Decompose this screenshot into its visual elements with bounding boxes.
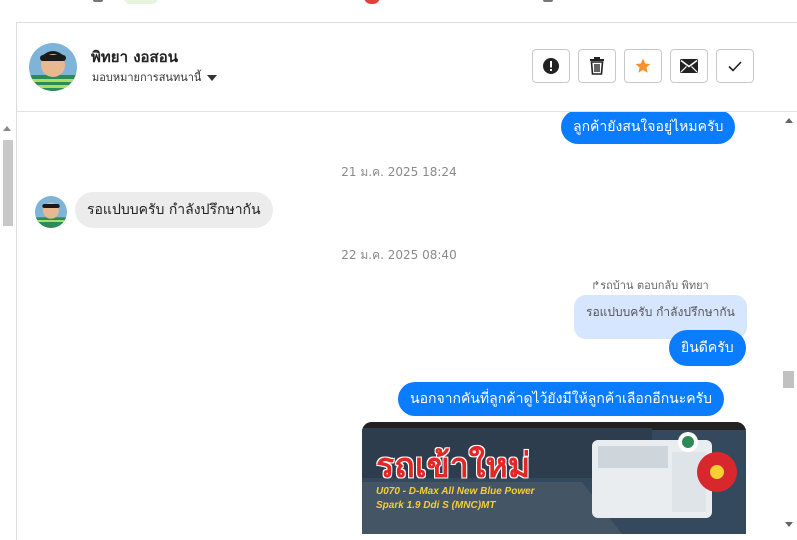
toolbar-fragment xyxy=(93,0,103,2)
envelope-icon xyxy=(680,59,698,73)
scroll-up-arrow-icon[interactable] xyxy=(3,126,11,131)
reply-context-text: รถบ้าน ตอบกลับ พิทยา xyxy=(600,279,709,292)
scroll-thumb[interactable] xyxy=(3,140,13,226)
conversation-header: พิทยา งอสอน มอบหมายการสนทนานี้ xyxy=(17,23,797,112)
notification-dot xyxy=(364,0,380,4)
scroll-up-arrow-icon[interactable] xyxy=(785,118,793,123)
delete-button[interactable] xyxy=(578,49,616,83)
top-strip xyxy=(0,0,797,23)
exclamation-circle-icon xyxy=(543,58,559,74)
chat-scrollbar[interactable] xyxy=(781,112,797,540)
star-icon xyxy=(635,58,651,73)
message-outgoing[interactable]: นอกจากคันที่ลูกค้าดูไว้ยังมีให้ลูกค้าเลื… xyxy=(398,382,725,416)
toolbar-fragment xyxy=(543,0,553,2)
message-outgoing[interactable]: ยินดีครับ xyxy=(669,330,746,366)
star-button[interactable] xyxy=(624,49,662,83)
left-scrollbar[interactable] xyxy=(0,22,17,540)
message-list[interactable]: ลูกค้ายังสนใจอยู่ไหมครับ 21 ม.ค. 2025 18… xyxy=(17,112,781,540)
status-pill xyxy=(124,0,158,4)
caret-down-icon xyxy=(207,74,218,81)
attached-image[interactable]: รถเข้าใหม่ U070 - D-Max All New Blue Pow… xyxy=(362,422,746,534)
banner-title: รถเข้าใหม่ xyxy=(376,447,531,485)
scroll-down-arrow-icon[interactable] xyxy=(785,522,793,527)
trash-icon xyxy=(590,57,604,75)
scroll-thumb[interactable] xyxy=(783,371,794,388)
check-icon xyxy=(728,61,742,72)
reply-arrow-icon: ↱ xyxy=(591,279,601,292)
assign-label: มอบหมายการสนทนานี้ xyxy=(92,71,202,84)
banner-line-2: Spark 1.9 Ddi S (MNC)MT xyxy=(376,500,496,511)
report-button[interactable] xyxy=(532,49,570,83)
timestamp: 22 ม.ค. 2025 08:40 xyxy=(341,248,457,262)
banner-line-1: U070 - D-Max All New Blue Power xyxy=(376,486,535,497)
reply-context: ↱รถบ้าน ตอบกลับ พิทยา xyxy=(591,276,709,294)
action-toolbar xyxy=(532,49,754,83)
message-incoming[interactable]: รอแปบบครับ กำลังปรึกษากัน xyxy=(75,192,273,228)
message-outgoing[interactable]: ลูกค้ายังสนใจอยู่ไหมครับ xyxy=(561,112,736,144)
avatar[interactable] xyxy=(29,43,77,91)
contact-name: พิทยา งอสอน xyxy=(91,48,178,66)
timestamp: 21 ม.ค. 2025 18:24 xyxy=(341,165,457,179)
sender-avatar[interactable] xyxy=(35,196,67,228)
mail-button[interactable] xyxy=(670,49,708,83)
done-button[interactable] xyxy=(716,49,754,83)
assign-conversation-dropdown[interactable]: มอบหมายการสนทนานี้ xyxy=(92,68,218,86)
